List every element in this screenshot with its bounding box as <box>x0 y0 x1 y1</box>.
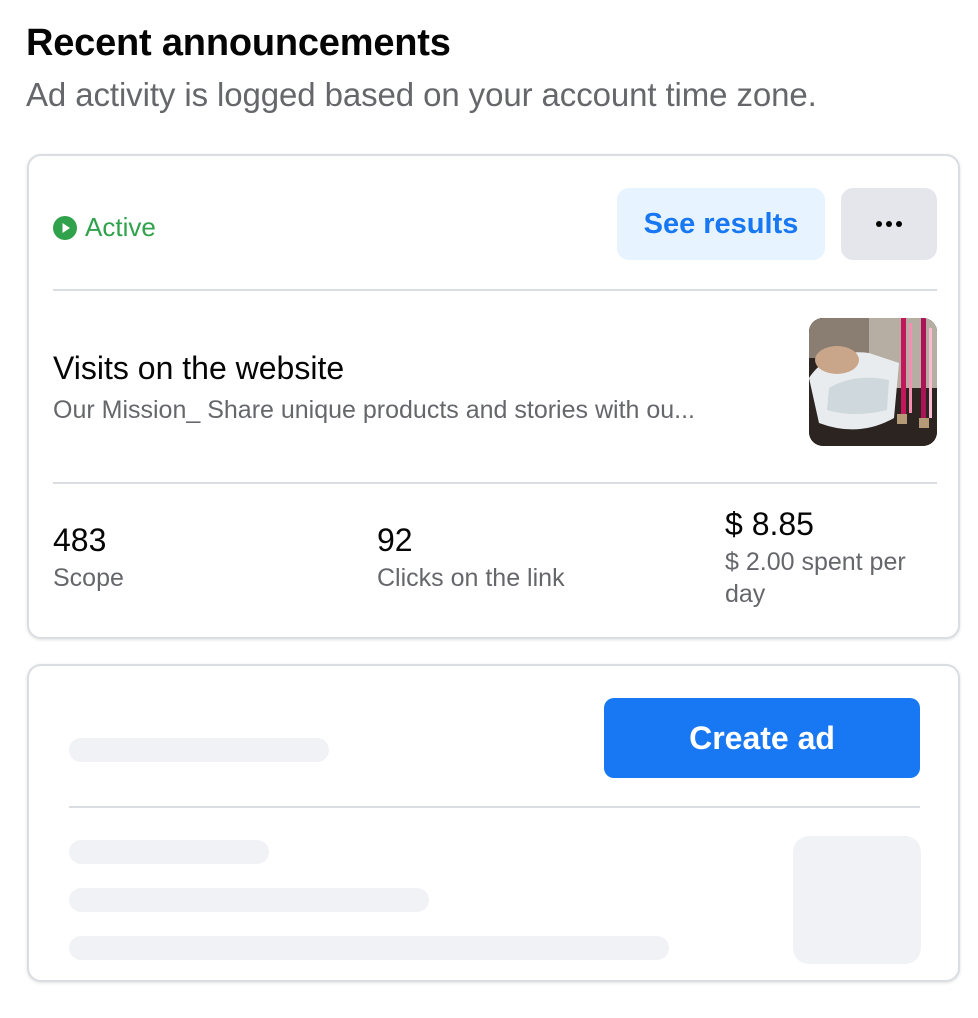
play-circle-icon <box>53 215 77 240</box>
status-badge: Active <box>53 212 156 243</box>
skeleton-thumbnail <box>793 836 921 964</box>
metric-label: $ 2.00 spent per day <box>725 548 906 608</box>
ad-card: Active See results Visits on the website… <box>27 154 960 639</box>
metric-clicks: 92 Clicks on the link <box>377 520 565 594</box>
divider <box>53 289 937 291</box>
metric-label: Scope <box>53 564 124 592</box>
see-results-label: See results <box>643 207 799 240</box>
see-results-button[interactable]: See results <box>617 188 825 260</box>
ad-title[interactable]: Visits on the website <box>53 350 344 387</box>
section-title: Recent announcements <box>26 22 451 64</box>
ad-description: Our Mission_ Share unique products and s… <box>53 396 696 424</box>
ad-thumbnail-image[interactable] <box>809 318 937 446</box>
create-ad-button[interactable]: Create ad <box>604 698 920 778</box>
skeleton-line <box>69 888 429 912</box>
skeleton-line <box>69 738 329 762</box>
skeleton-line <box>69 936 669 960</box>
divider <box>53 482 937 484</box>
create-ad-label: Create ad <box>689 719 835 756</box>
metric-label: Clicks on the link <box>377 564 565 592</box>
skeleton-line <box>69 840 269 864</box>
placeholder-card: Create ad <box>27 664 960 982</box>
more-options-button[interactable] <box>841 188 937 260</box>
status-label: Active <box>85 212 156 242</box>
more-horizontal-icon <box>876 221 902 227</box>
divider <box>69 806 920 808</box>
metric-spent: $ 8.85 $ 2.00 spent per day <box>725 504 937 610</box>
metric-scope: 483 Scope <box>53 520 124 594</box>
metric-value: $ 8.85 <box>725 506 814 542</box>
ad-thumbnail-graphic <box>809 318 937 446</box>
section-subtitle: Ad activity is logged based on your acco… <box>26 76 817 113</box>
metric-value: 92 <box>377 522 413 558</box>
metric-value: 483 <box>53 522 107 558</box>
